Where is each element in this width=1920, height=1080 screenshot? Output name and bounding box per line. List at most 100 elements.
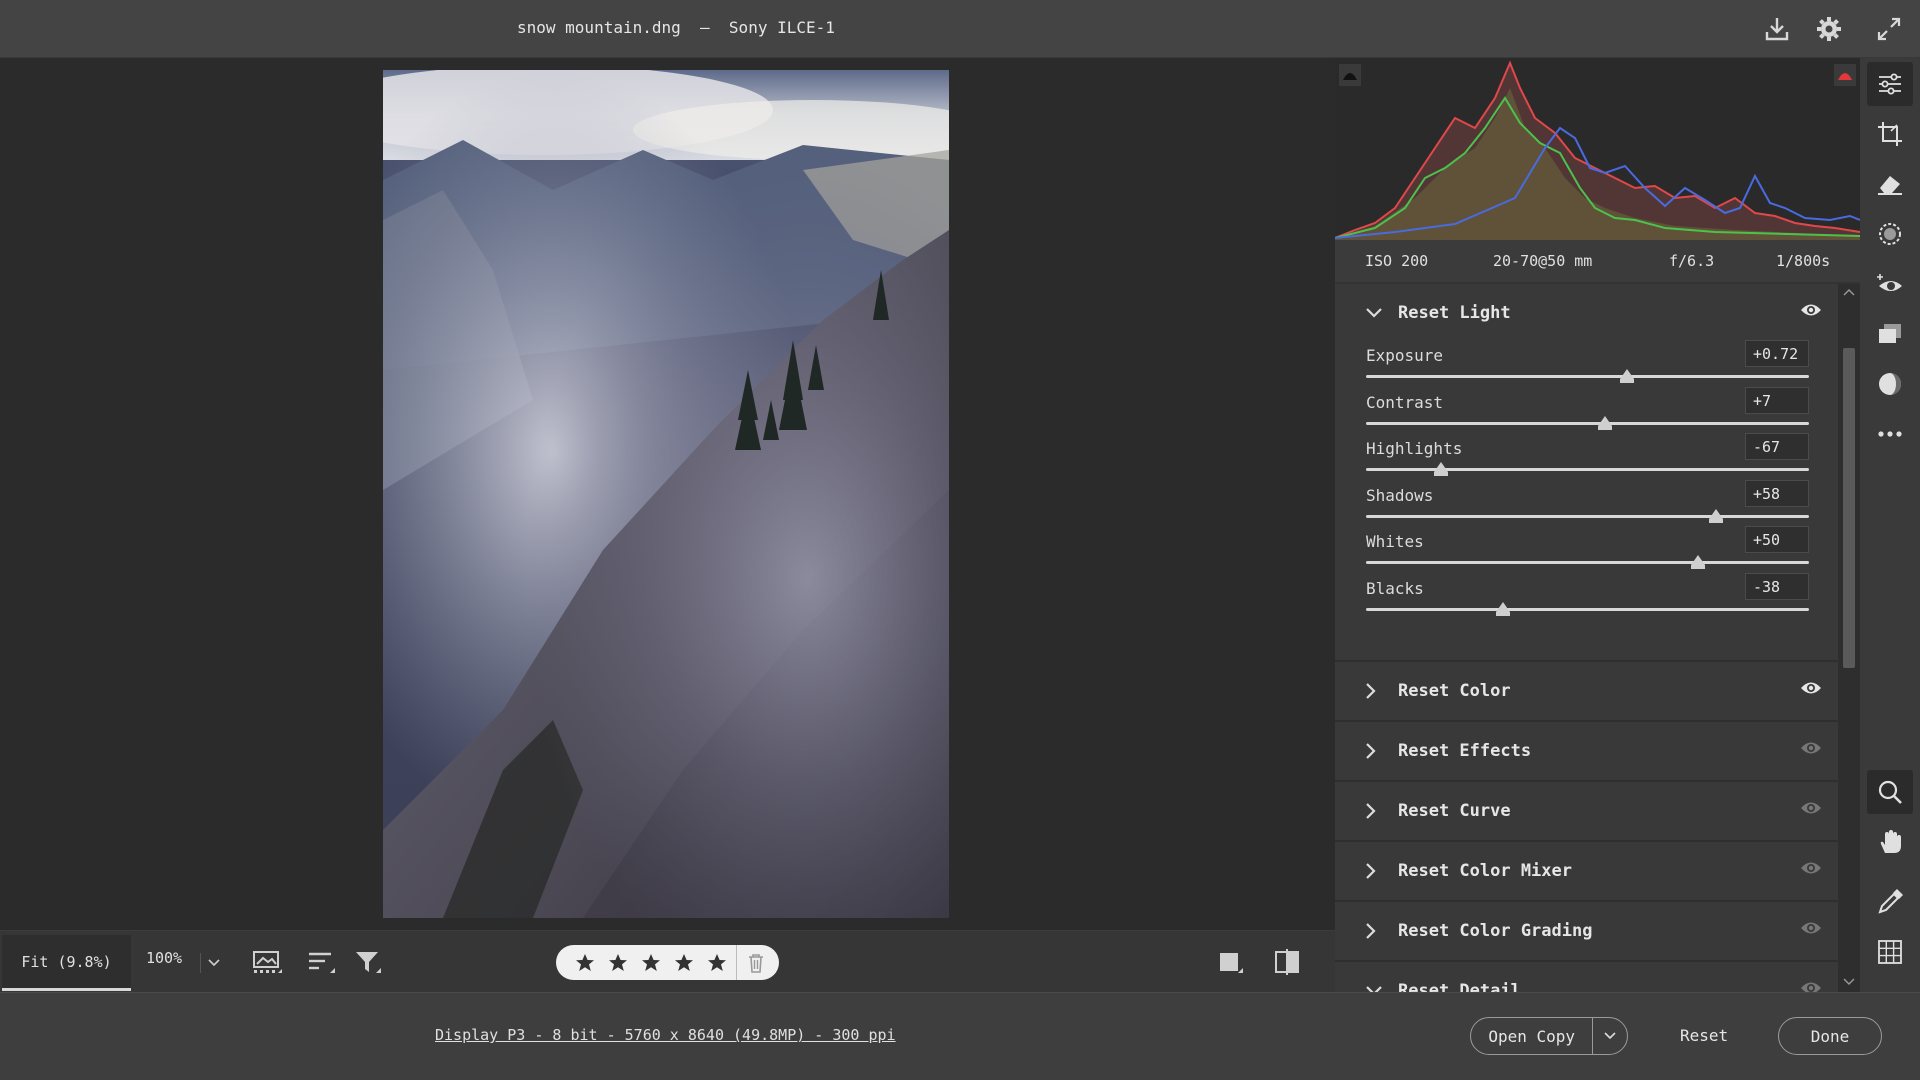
section-effects: Reset Effects bbox=[1335, 722, 1838, 782]
slider-value-field[interactable]: -38 bbox=[1745, 573, 1809, 600]
workflow-options-link[interactable]: Display P3 - 8 bit - 5760 x 8640 (49.8MP… bbox=[435, 1026, 896, 1044]
slider-label: Whites bbox=[1366, 532, 1424, 551]
sort-icon[interactable] bbox=[304, 947, 338, 977]
chevron-down-icon[interactable] bbox=[1593, 1032, 1627, 1040]
section-curve: Reset Curve bbox=[1335, 782, 1838, 842]
section-color-header[interactable]: Reset Color bbox=[1335, 662, 1838, 720]
slider-shadows[interactable]: Shadows +58 bbox=[1366, 480, 1809, 532]
section-color-mixer-header[interactable]: Reset Color Mixer bbox=[1335, 842, 1838, 900]
slider-whites[interactable]: Whites +50 bbox=[1366, 526, 1809, 578]
slider-value-field[interactable]: +7 bbox=[1745, 387, 1809, 414]
section-color-grading-header[interactable]: Reset Color Grading bbox=[1335, 902, 1838, 960]
filter-icon[interactable] bbox=[352, 947, 386, 977]
section-curve-header[interactable]: Reset Curve bbox=[1335, 782, 1838, 840]
filmstrip-icon[interactable] bbox=[250, 947, 284, 977]
zoom-dropdown-icon[interactable] bbox=[200, 953, 226, 973]
slider-value-field[interactable]: +58 bbox=[1745, 480, 1809, 507]
section-light-header[interactable]: Reset Light bbox=[1335, 284, 1838, 342]
edit-panel: ISO 200 20-70@50 mm f/6.3 1/800s Reset L… bbox=[1335, 58, 1860, 992]
red-eye-icon[interactable] bbox=[1867, 262, 1913, 306]
exif-aperture: f/6.3 bbox=[1669, 252, 1715, 270]
zoom-100-button[interactable]: 100% bbox=[134, 949, 194, 967]
slider-contrast[interactable]: Contrast +7 bbox=[1366, 387, 1809, 439]
visibility-eye-icon[interactable] bbox=[1800, 302, 1822, 323]
visibility-eye-icon[interactable] bbox=[1800, 800, 1822, 821]
slider-value-field[interactable]: -67 bbox=[1745, 433, 1809, 460]
slider-blacks[interactable]: Blacks -38 bbox=[1366, 573, 1809, 625]
grid-overlay-icon[interactable] bbox=[1867, 930, 1913, 974]
section-detail-header[interactable]: Reset Detail bbox=[1335, 962, 1838, 992]
slider-track[interactable] bbox=[1366, 608, 1809, 611]
color-profile-icon[interactable] bbox=[1867, 362, 1913, 406]
slider-track[interactable] bbox=[1366, 515, 1809, 518]
star-icon[interactable] bbox=[667, 945, 700, 980]
visibility-eye-icon[interactable] bbox=[1800, 680, 1822, 701]
highlight-clipping-icon[interactable] bbox=[1834, 64, 1856, 86]
slider-thumb[interactable] bbox=[1708, 509, 1723, 523]
visibility-eye-icon[interactable] bbox=[1800, 740, 1822, 761]
slider-track[interactable] bbox=[1366, 561, 1809, 564]
scroll-thumb[interactable] bbox=[1843, 348, 1855, 668]
slider-track[interactable] bbox=[1366, 375, 1809, 378]
slider-thumb[interactable] bbox=[1496, 602, 1511, 616]
slider-label: Exposure bbox=[1366, 346, 1444, 365]
open-copy-label[interactable]: Open Copy bbox=[1471, 1017, 1594, 1055]
shadow-clipping-icon[interactable] bbox=[1339, 64, 1361, 86]
edit-sliders-icon[interactable] bbox=[1867, 62, 1913, 106]
zoom-fit-button[interactable]: Fit (9.8%) bbox=[2, 935, 131, 991]
section-light-title: Reset Light bbox=[1398, 303, 1511, 323]
slider-value-field[interactable]: +0.72 bbox=[1745, 340, 1809, 367]
slider-track[interactable] bbox=[1366, 468, 1809, 471]
section-color-mixer: Reset Color Mixer bbox=[1335, 842, 1838, 902]
done-button[interactable]: Done bbox=[1778, 1017, 1882, 1055]
chevron-right-icon bbox=[1366, 743, 1386, 759]
before-after-icon[interactable] bbox=[1270, 947, 1304, 977]
gear-icon[interactable] bbox=[1812, 12, 1846, 46]
slider-thumb[interactable] bbox=[1434, 462, 1449, 476]
photo-preview[interactable] bbox=[383, 70, 949, 918]
slider-thumb[interactable] bbox=[1598, 416, 1613, 430]
section-detail-title: Reset Detail bbox=[1398, 981, 1521, 992]
trash-icon[interactable] bbox=[737, 945, 775, 980]
visibility-eye-icon[interactable] bbox=[1800, 860, 1822, 881]
masking-icon[interactable] bbox=[1867, 212, 1913, 256]
reset-button[interactable]: Reset bbox=[1680, 1026, 1728, 1045]
slider-exposure[interactable]: Exposure +0.72 bbox=[1366, 340, 1809, 392]
visibility-eye-icon[interactable] bbox=[1800, 980, 1822, 992]
presets-icon[interactable] bbox=[1867, 312, 1913, 356]
single-view-icon[interactable] bbox=[1214, 947, 1248, 977]
crop-icon[interactable] bbox=[1867, 112, 1913, 156]
slider-highlights[interactable]: Highlights -67 bbox=[1366, 433, 1809, 485]
open-copy-button[interactable]: Open Copy bbox=[1470, 1017, 1628, 1055]
scroll-down-icon[interactable] bbox=[1843, 978, 1855, 986]
star-icon[interactable] bbox=[568, 945, 601, 980]
star-icon[interactable] bbox=[601, 945, 634, 980]
exif-shutter: 1/800s bbox=[1776, 252, 1831, 270]
fullscreen-icon[interactable] bbox=[1872, 12, 1906, 46]
slider-track[interactable] bbox=[1366, 422, 1809, 425]
tool-strip bbox=[1860, 58, 1920, 992]
slider-thumb[interactable] bbox=[1691, 555, 1706, 569]
save-download-icon[interactable] bbox=[1760, 12, 1794, 46]
star-icon[interactable] bbox=[634, 945, 667, 980]
section-effects-header[interactable]: Reset Effects bbox=[1335, 722, 1838, 780]
chevron-right-icon bbox=[1366, 683, 1386, 699]
star-icon[interactable] bbox=[700, 945, 733, 980]
slider-value-field[interactable]: +50 bbox=[1745, 526, 1809, 553]
visibility-eye-icon[interactable] bbox=[1800, 920, 1822, 941]
chevron-right-icon bbox=[1366, 923, 1386, 939]
panel-scrollbar[interactable] bbox=[1838, 284, 1860, 992]
scroll-up-icon[interactable] bbox=[1843, 288, 1855, 296]
healing-eraser-icon[interactable] bbox=[1867, 162, 1913, 206]
white-balance-eyedropper-icon[interactable] bbox=[1867, 880, 1913, 924]
chevron-right-icon bbox=[1366, 863, 1386, 879]
slider-thumb[interactable] bbox=[1620, 369, 1635, 383]
section-detail: Reset Detail bbox=[1335, 962, 1838, 992]
slider-label: Blacks bbox=[1366, 579, 1424, 598]
more-options-icon[interactable] bbox=[1867, 412, 1913, 456]
section-curve-title: Reset Curve bbox=[1398, 801, 1511, 821]
hand-pan-icon[interactable] bbox=[1867, 820, 1913, 864]
zoom-magnifier-icon[interactable] bbox=[1867, 770, 1913, 814]
star-rating[interactable] bbox=[556, 945, 779, 980]
image-canvas[interactable] bbox=[0, 58, 1335, 930]
